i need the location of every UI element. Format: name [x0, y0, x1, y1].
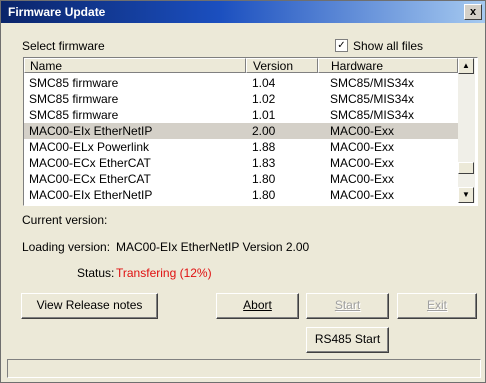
row-version: 1.83	[252, 156, 276, 170]
arrow-up-icon: ▲	[462, 61, 470, 70]
row-name: SMC85 firmware	[29, 76, 119, 90]
select-firmware-label: Select firmware	[22, 39, 105, 53]
scroll-thumb[interactable]	[458, 162, 474, 174]
table-row[interactable]: MAC00-ELx Powerlink 1.88 MAC00-Exx	[24, 139, 458, 155]
table-row[interactable]: SMC85 firmware 1.02 SMC85/MIS34x	[24, 91, 458, 107]
row-version: 1.80	[252, 172, 276, 186]
row-hardware: MAC00-Exx	[330, 140, 395, 154]
row-hardware: SMC85/MIS34x	[330, 108, 415, 122]
table-row-selected[interactable]: MAC00-EIx EtherNetIP 2.00 MAC00-Exx	[24, 123, 458, 139]
table-row[interactable]: MAC00-ECx EtherCAT 1.80 MAC00-Exx	[24, 171, 458, 187]
row-name: MAC00-ECx EtherCAT	[29, 156, 151, 170]
show-all-files-checkbox[interactable]: ✓	[335, 39, 348, 52]
row-hardware: SMC85/MIS34x	[330, 76, 415, 90]
row-version: 1.02	[252, 92, 276, 106]
row-version: 1.80	[252, 188, 276, 202]
row-hardware: MAC00-Exx	[330, 172, 395, 186]
list-rows: SMC85 firmware 1.04 SMC85/MIS34x SMC85 f…	[24, 75, 458, 203]
show-all-files-label[interactable]: Show all files	[353, 39, 423, 53]
scroll-down-button[interactable]: ▼	[458, 187, 474, 203]
row-name: MAC00-ELx Powerlink	[29, 140, 150, 154]
row-hardware: MAC00-Exx	[330, 124, 395, 138]
start-button[interactable]: Start	[306, 293, 389, 319]
loading-version-value: MAC00-EIx EtherNetIP Version 2.00	[116, 240, 310, 254]
row-name: SMC85 firmware	[29, 92, 119, 106]
column-header-version[interactable]: Version	[246, 58, 318, 73]
list-header: Name Version Hardware	[24, 58, 458, 75]
vertical-scrollbar[interactable]: ▲ ▼	[458, 58, 475, 203]
current-version-label: Current version:	[22, 213, 108, 227]
arrow-down-icon: ▼	[462, 190, 470, 199]
firmware-list[interactable]: Name Version Hardware SMC85 firmware 1.0…	[23, 57, 478, 206]
table-row[interactable]: MAC00-EIx EtherNetIP 1.80 MAC00-Exx	[24, 187, 458, 203]
table-row[interactable]: SMC85 firmware 1.04 SMC85/MIS34x	[24, 75, 458, 91]
abort-label: Abort	[243, 298, 272, 312]
table-row[interactable]: SMC85 firmware 1.01 SMC85/MIS34x	[24, 107, 458, 123]
row-version: 1.04	[252, 76, 276, 90]
row-name: SMC85 firmware	[29, 108, 119, 122]
row-name: MAC00-ECx EtherCAT	[29, 172, 151, 186]
status-value: Transfering (12%)	[116, 266, 212, 280]
firmware-update-dialog: Firmware Update x Select firmware ✓ Show…	[0, 0, 486, 383]
abort-button[interactable]: Abort	[216, 293, 299, 319]
row-name: MAC00-EIx EtherNetIP	[29, 188, 153, 202]
row-version: 2.00	[252, 124, 276, 138]
window-title: Firmware Update	[8, 5, 106, 19]
table-row[interactable]: MAC00-ECx EtherCAT 1.83 MAC00-Exx	[24, 155, 458, 171]
loading-version-label: Loading version:	[22, 240, 111, 254]
row-version: 1.88	[252, 140, 276, 154]
close-icon: x	[469, 6, 477, 18]
start-label: Start	[334, 298, 361, 312]
row-hardware: MAC00-Exx	[330, 188, 395, 202]
status-bar	[7, 359, 481, 378]
column-header-name[interactable]: Name	[24, 58, 246, 73]
rs485-start-button[interactable]: RS485 Start	[306, 327, 389, 353]
close-button[interactable]: x	[464, 4, 482, 20]
check-icon: ✓	[337, 40, 346, 51]
exit-label: Exit	[426, 298, 447, 312]
scroll-up-button[interactable]: ▲	[458, 58, 474, 74]
row-hardware: MAC00-Exx	[330, 156, 395, 170]
view-release-notes-button[interactable]: View Release notes	[21, 293, 158, 319]
exit-button[interactable]: Exit	[397, 293, 477, 319]
row-version: 1.01	[252, 108, 276, 122]
column-header-hardware[interactable]: Hardware	[318, 58, 458, 73]
row-hardware: SMC85/MIS34x	[330, 92, 415, 106]
status-label: Status:	[77, 266, 115, 280]
row-name: MAC00-EIx EtherNetIP	[29, 124, 153, 138]
title-bar[interactable]: Firmware Update x	[1, 1, 485, 23]
